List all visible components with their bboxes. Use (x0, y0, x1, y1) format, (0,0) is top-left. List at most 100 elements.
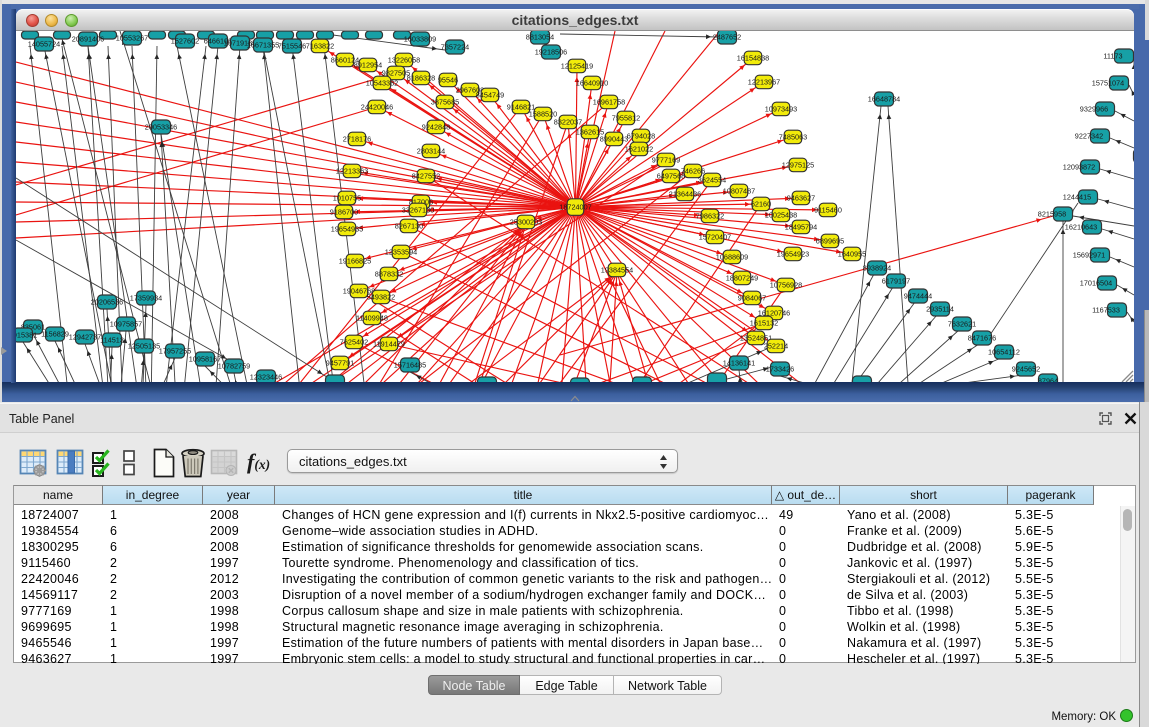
svg-text:8427552: 8427552 (412, 172, 440, 181)
svg-text:7515546: 7515546 (278, 42, 306, 51)
svg-text:7357224: 7357224 (441, 43, 469, 52)
svg-text:16648784: 16648784 (868, 95, 900, 104)
svg-text:1156829: 1156829 (41, 330, 69, 339)
svg-text:6899695: 6899695 (816, 237, 844, 246)
svg-text:21364436: 21364436 (669, 190, 701, 199)
svg-text:62160: 62160 (751, 200, 771, 209)
svg-text:15716485: 15716485 (394, 361, 426, 370)
svg-text:5493822: 5493822 (367, 293, 395, 302)
svg-text:11914479: 11914479 (373, 340, 405, 349)
svg-text:19218506: 19218506 (535, 48, 567, 57)
svg-text:16671355: 16671355 (247, 41, 279, 50)
svg-text:9777169: 9777169 (652, 156, 680, 165)
svg-text:11409948: 11409948 (356, 314, 388, 323)
svg-text:12505135: 12505135 (128, 342, 160, 351)
svg-text:17016504: 17016504 (1080, 279, 1112, 288)
svg-text:9084067: 9084067 (738, 294, 766, 303)
svg-text:252214: 252214 (764, 342, 788, 351)
svg-text:14055724: 14055724 (28, 40, 60, 49)
svg-text:20891406: 20891406 (72, 35, 104, 44)
svg-text:24420046: 24420046 (361, 103, 393, 112)
svg-text:1615132: 1615132 (750, 319, 778, 328)
svg-text:20206536: 20206536 (91, 298, 123, 307)
svg-text:2803144: 2803144 (417, 147, 445, 156)
svg-text:12353594: 12353594 (385, 248, 417, 257)
svg-text:6497568: 6497568 (657, 172, 685, 181)
svg-text:9115460: 9115460 (814, 206, 842, 215)
svg-text:12125419: 12125419 (561, 62, 593, 71)
svg-text:3875685: 3875685 (431, 98, 459, 107)
svg-text:10958167: 10958167 (189, 355, 221, 364)
svg-text:17359934: 17359934 (130, 294, 162, 303)
svg-text:8454749: 8454749 (476, 91, 504, 100)
svg-text:19654923: 19654923 (777, 250, 809, 259)
svg-text:1244415: 1244415 (1063, 193, 1091, 202)
svg-text:7955812: 7955812 (612, 114, 640, 123)
svg-text:18807249: 18807249 (726, 274, 758, 283)
svg-text:1527602: 1527602 (171, 37, 199, 46)
svg-text:8471676: 8471676 (968, 334, 996, 343)
svg-text:6794028: 6794028 (627, 132, 655, 141)
svg-text:8322037: 8322037 (554, 118, 582, 127)
svg-text:8186328: 8186328 (407, 74, 435, 83)
svg-text:2718176: 2718176 (343, 135, 371, 144)
svg-text:13226058: 13226058 (388, 56, 420, 65)
svg-text:25300203: 25300203 (510, 218, 542, 227)
svg-text:20053346: 20053346 (145, 123, 177, 132)
svg-text:11173: 11173 (1103, 52, 1122, 61)
svg-text:7485063: 7485063 (779, 133, 807, 142)
svg-text:1167533: 1167533 (1092, 306, 1120, 315)
svg-text:7986322: 7986322 (696, 212, 724, 221)
svg-text:12942737: 12942737 (69, 333, 101, 342)
svg-text:12213967: 12213967 (748, 78, 780, 87)
svg-text:15720407: 15720407 (699, 233, 731, 242)
svg-text:9227342: 9227342 (1075, 132, 1103, 141)
svg-text:16640910: 16640910 (576, 79, 608, 88)
svg-text:8938924: 8938924 (863, 264, 891, 273)
svg-text:10543382: 10543382 (366, 79, 398, 88)
svg-text:19384554: 19384554 (601, 266, 633, 275)
svg-text:1640955: 1640955 (838, 250, 866, 259)
svg-text:8990443: 8990443 (600, 135, 628, 144)
svg-text:15692971: 15692971 (1073, 251, 1105, 260)
svg-text:10782759: 10782759 (218, 362, 250, 371)
svg-text:8912954: 8912954 (354, 61, 382, 70)
svg-text:9242848: 9242848 (422, 123, 450, 132)
svg-text:12213363: 12213363 (336, 167, 368, 176)
svg-text:17957255: 17957255 (159, 347, 191, 356)
svg-text:18724007: 18724007 (559, 203, 591, 212)
svg-text:10807487: 10807487 (723, 187, 755, 196)
svg-text:16033809: 16033809 (404, 35, 436, 44)
svg-text:95546: 95546 (438, 76, 458, 85)
svg-text:1621022: 1621022 (625, 145, 653, 154)
svg-text:18495794: 18495794 (785, 223, 817, 232)
svg-text:15751074: 15751074 (1092, 79, 1124, 88)
svg-text:9463627: 9463627 (787, 194, 815, 203)
svg-text:9186700: 9186700 (330, 208, 358, 217)
svg-text:1010755: 1010755 (333, 194, 361, 203)
svg-text:10654112: 10654112 (988, 348, 1020, 357)
svg-text:12975125: 12975125 (782, 161, 814, 170)
svg-text:9245652: 9245652 (1012, 365, 1040, 374)
svg-text:16210643: 16210643 (1065, 223, 1097, 232)
svg-text:7632621: 7632621 (948, 320, 976, 329)
svg-text:114513: 114513 (100, 336, 124, 345)
svg-text:3624554: 3624554 (698, 176, 726, 185)
svg-text:3915381: 3915381 (16, 331, 37, 340)
svg-text:9329966: 9329966 (1080, 105, 1108, 114)
svg-text:1733426: 1733426 (766, 365, 794, 374)
svg-text:19166825: 19166825 (339, 257, 371, 266)
svg-text:10975857: 10975857 (110, 320, 142, 329)
svg-text:7163822: 7163822 (306, 42, 334, 51)
svg-text:9457791: 9457791 (326, 359, 354, 368)
svg-text:8813054: 8813054 (526, 33, 554, 42)
svg-text:87964: 87964 (1038, 377, 1058, 383)
svg-text:8215958: 8215958 (1038, 210, 1066, 219)
svg-text:10025438: 10025438 (765, 211, 797, 220)
svg-text:16154838: 16154838 (737, 54, 769, 63)
svg-text:8878332: 8878332 (375, 270, 403, 279)
svg-text:10688609: 10688609 (716, 253, 748, 262)
svg-text:9474444: 9474444 (904, 292, 932, 301)
svg-text:6179197: 6179197 (882, 277, 910, 286)
svg-text:10553267: 10553267 (116, 34, 148, 43)
